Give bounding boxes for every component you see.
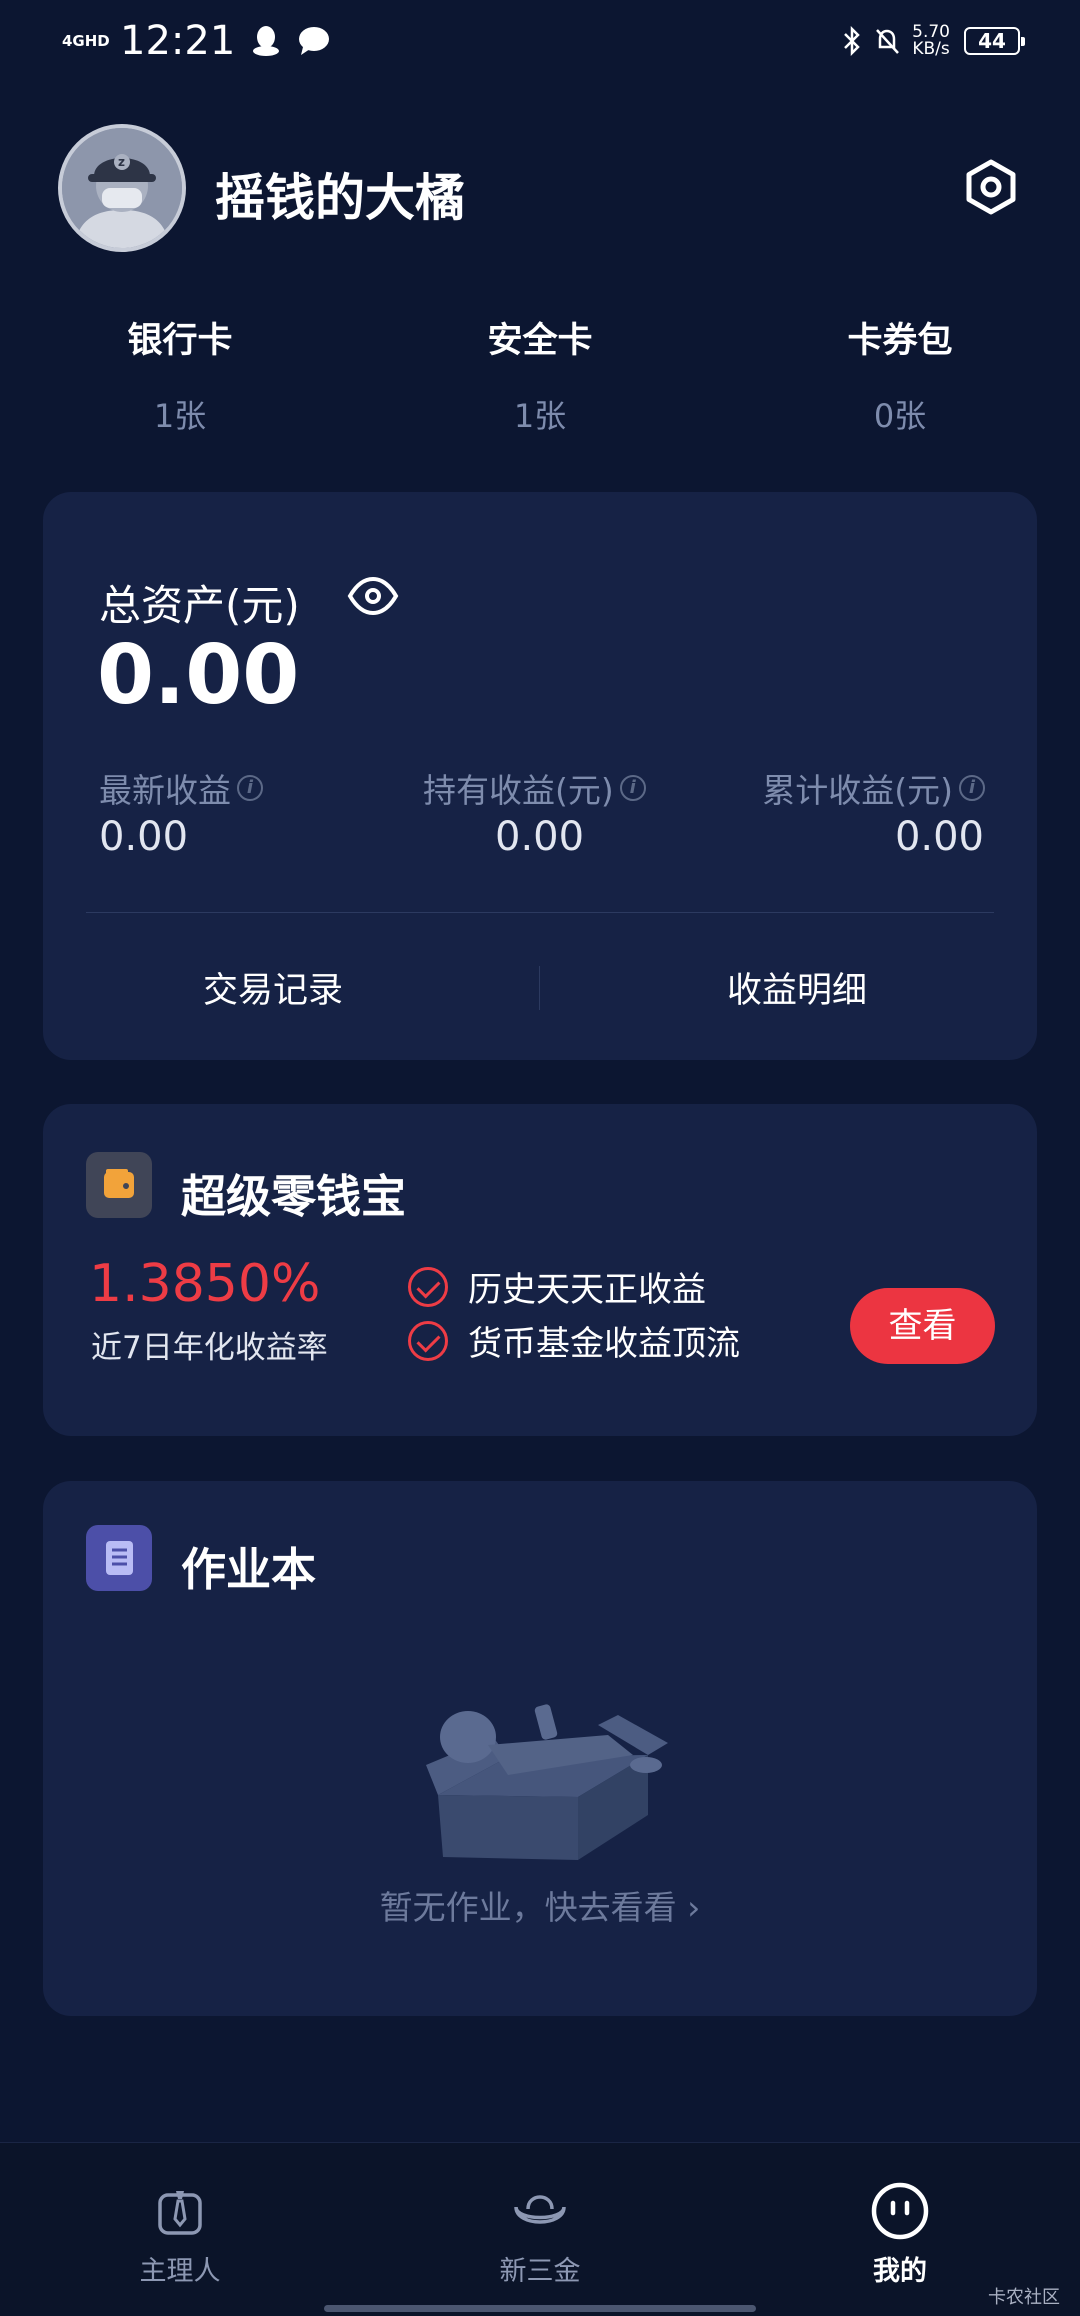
watermark: 卡农社区 bbox=[988, 2287, 1060, 2308]
status-bar-right: 5.70 KB/s 44 bbox=[842, 24, 1025, 58]
status-bar: 4GHD 12:21 5.70 KB/s 44 bbox=[0, 0, 1080, 80]
bluetooth-icon bbox=[844, 26, 860, 56]
network-speed-unit: KB/s bbox=[912, 39, 950, 59]
homework-title: 作业本 bbox=[181, 1543, 317, 1596]
chat-bubble-icon bbox=[299, 27, 330, 55]
info-icon[interactable]: i bbox=[959, 775, 985, 801]
annualized-rate: 1.3850% bbox=[89, 1254, 321, 1314]
stat-title: 安全卡 bbox=[487, 321, 593, 361]
holding-income-value: 0.00 bbox=[495, 814, 585, 860]
total-assets-title: 总资产(元) bbox=[99, 581, 300, 630]
bottom-nav: 主理人 新三金 我的 卡农社区 bbox=[0, 2142, 1080, 2316]
trade-records-button[interactable]: 交易记录 bbox=[203, 962, 343, 1013]
info-icon[interactable]: i bbox=[237, 775, 263, 801]
cumulative-income-label: 累计收益(元) i bbox=[762, 764, 985, 812]
stat-bank-cards[interactable]: 银行卡 1张 bbox=[0, 312, 360, 437]
nav-label: 我的 bbox=[873, 2256, 927, 2287]
divider bbox=[86, 912, 994, 913]
zero-wallet-title: 超级零钱宝 bbox=[181, 1170, 407, 1223]
nav-label: 新三金 bbox=[499, 2256, 581, 2287]
super-zero-wallet-card[interactable]: 超级零钱宝 1.3850% 近7日年化收益率 历史天天正收益 货币基金收益顶流 … bbox=[43, 1104, 1037, 1436]
check-circle-icon bbox=[408, 1320, 448, 1361]
feature-text: 货币基金收益顶流 bbox=[468, 1324, 740, 1364]
avatar-image: z bbox=[62, 128, 182, 248]
total-assets-card: 总资产(元) 0.00 最新收益 i 持有收益(元) i 累计收益(元) i 0… bbox=[43, 492, 1037, 1060]
view-button[interactable]: 查看 bbox=[850, 1288, 995, 1364]
username: 摇钱的大橘 bbox=[215, 169, 465, 227]
page: 4GHD 12:21 5.70 KB/s 44 z 摇钱的大橘 银行卡 1张 安… bbox=[0, 0, 1080, 2316]
smile-face-icon bbox=[871, 2182, 929, 2240]
annualized-rate-label: 近7日年化收益率 bbox=[91, 1330, 328, 1366]
settings-hexagon-icon[interactable] bbox=[962, 158, 1020, 216]
stat-title: 银行卡 bbox=[127, 321, 233, 361]
home-indicator[interactable] bbox=[324, 2305, 756, 2312]
cumulative-income-value: 0.00 bbox=[894, 814, 984, 860]
tie-icon bbox=[158, 2191, 202, 2235]
total-assets-value: 0.00 bbox=[97, 628, 300, 723]
empty-state-link[interactable]: 暂无作业，快去看看 › bbox=[43, 1881, 1037, 1929]
latest-income-text: 最新收益 bbox=[99, 771, 231, 810]
card-stats-row: 银行卡 1张 安全卡 1张 卡券包 0张 bbox=[0, 312, 1080, 437]
latest-income-value: 0.00 bbox=[99, 814, 189, 860]
status-bar-left: 4GHD 12:21 bbox=[62, 18, 331, 64]
check-circle-icon bbox=[408, 1266, 448, 1307]
nav-item-new-funds[interactable]: 新三金 bbox=[440, 2181, 640, 2288]
stat-value: 0张 bbox=[873, 397, 927, 435]
feature-text: 历史天天正收益 bbox=[468, 1270, 706, 1310]
status-time: 12:21 bbox=[120, 18, 236, 64]
bell-off-icon bbox=[876, 29, 900, 54]
stat-title: 卡券包 bbox=[847, 321, 953, 361]
qq-icon bbox=[253, 26, 280, 56]
stat-value: 1张 bbox=[153, 397, 207, 435]
network-speed: 5.70 KB/s bbox=[912, 24, 950, 58]
cumulative-income-text: 累计收益(元) bbox=[762, 771, 953, 810]
avatar[interactable]: z bbox=[58, 124, 186, 252]
latest-income-label: 最新收益 i bbox=[99, 764, 263, 812]
empty-state-illustration bbox=[426, 1704, 668, 1860]
gold-ingot-icon bbox=[514, 2195, 566, 2224]
homework-card: 作业本 暂无作业，快去看看 › bbox=[43, 1481, 1037, 2016]
stat-security-cards[interactable]: 安全卡 1张 bbox=[360, 312, 720, 437]
nav-item-manager[interactable]: 主理人 bbox=[80, 2181, 280, 2288]
feature-item: 历史天天正收益 bbox=[408, 1262, 706, 1311]
feature-item: 货币基金收益顶流 bbox=[408, 1316, 740, 1365]
stat-coupon-wallet[interactable]: 卡券包 0张 bbox=[720, 312, 1080, 437]
battery-indicator: 44 bbox=[964, 27, 1025, 55]
holding-income-label: 持有收益(元) i bbox=[423, 764, 646, 812]
notebook-icon bbox=[86, 1525, 152, 1591]
svg-text:z: z bbox=[118, 155, 125, 169]
income-details-button[interactable]: 收益明细 bbox=[727, 962, 867, 1013]
network-indicator: 4GHD bbox=[62, 32, 110, 50]
info-icon[interactable]: i bbox=[619, 775, 646, 801]
nav-label: 主理人 bbox=[139, 2256, 221, 2287]
nav-item-mine[interactable]: 我的 bbox=[800, 2181, 1000, 2288]
stat-value: 1张 bbox=[513, 397, 567, 435]
vertical-divider bbox=[539, 966, 540, 1010]
eye-icon[interactable] bbox=[347, 570, 399, 622]
holding-income-text: 持有收益(元) bbox=[423, 771, 614, 810]
wallet-icon bbox=[86, 1152, 152, 1218]
